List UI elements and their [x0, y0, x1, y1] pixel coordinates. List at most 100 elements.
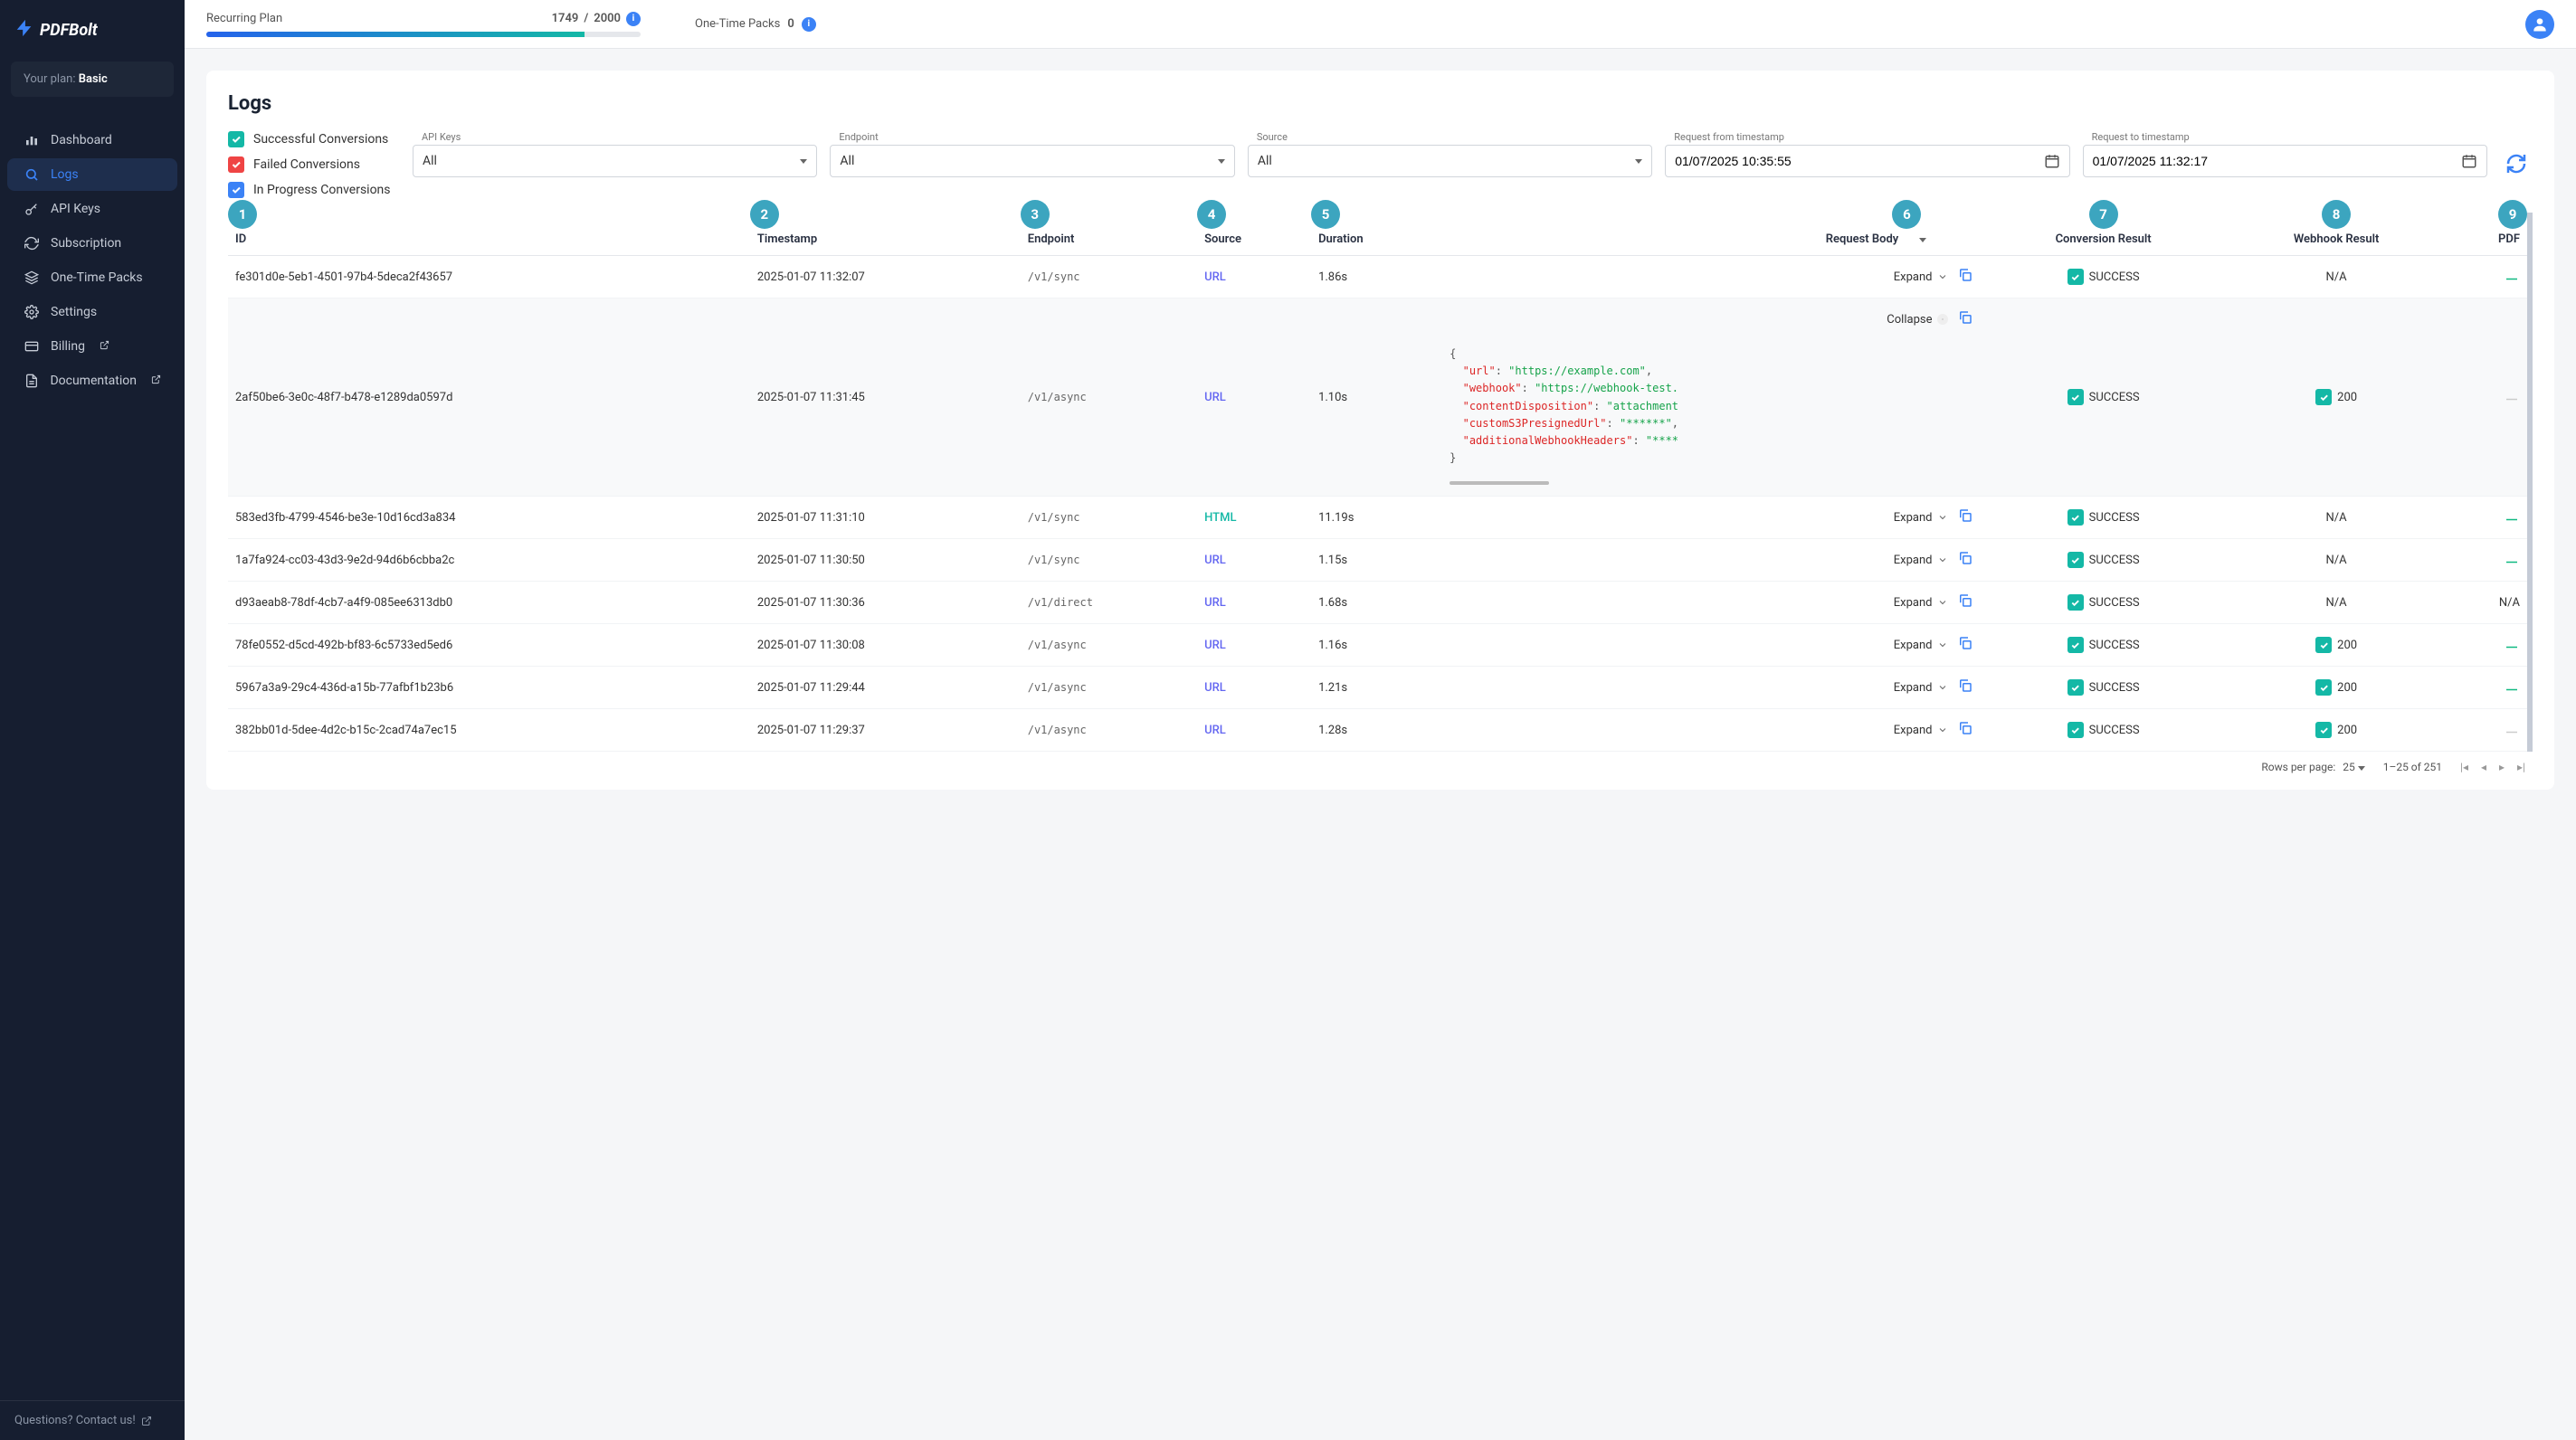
copy-button[interactable] [1957, 550, 1973, 570]
sidebar-item-documentation[interactable]: Documentation [7, 365, 177, 397]
expand-button[interactable]: Expand [1894, 724, 1949, 737]
copy-button[interactable] [1957, 309, 1973, 329]
sidebar-item-logs[interactable]: Logs [7, 158, 177, 191]
cell-id: 5967a3a9-29c4-436d-a15b-77afbf1b23b6 [228, 667, 750, 709]
sidebar-item-label: API Keys [51, 202, 100, 216]
scroll-indicator[interactable] [1450, 481, 1549, 485]
refresh-button[interactable] [2500, 147, 2533, 180]
sidebar-footer[interactable]: Questions? Contact us! [0, 1400, 185, 1440]
endpoint-select[interactable]: All [830, 145, 1234, 177]
sidebar-item-one-time-packs[interactable]: One-Time Packs [7, 261, 177, 294]
cell-endpoint: /v1/sync [1021, 497, 1197, 539]
sidebar-item-subscription[interactable]: Subscription [7, 227, 177, 260]
sidebar-item-label: Logs [51, 167, 79, 182]
source-select[interactable]: All [1248, 145, 1652, 177]
cell-timestamp: 2025-01-07 11:30:08 [750, 624, 1021, 667]
cell-endpoint: /v1/sync [1021, 539, 1197, 582]
page-range: 1–25 of 251 [2383, 761, 2442, 773]
collapse-button[interactable]: Collapse [1887, 313, 1948, 327]
webhook-status: N/A [2326, 511, 2347, 525]
checkbox-failed-conversions[interactable]: Failed Conversions [228, 156, 400, 173]
expand-button[interactable]: Expand [1894, 596, 1949, 610]
prev-page-button[interactable]: ◂ [2481, 761, 2486, 773]
cell-duration: 11.19s [1311, 497, 1442, 539]
download-button[interactable] [2504, 556, 2520, 570]
conversion-status: SUCCESS [2089, 724, 2140, 737]
webhook-status: 200 [2337, 681, 2357, 695]
check-icon [2067, 389, 2084, 405]
rpp-select[interactable]: 25 [2343, 761, 2364, 773]
conversion-status: SUCCESS [2089, 270, 2140, 284]
info-icon[interactable]: i [802, 17, 816, 32]
column-badge: 9 [2498, 200, 2527, 229]
chevron-down-icon [1937, 554, 1948, 565]
first-page-button[interactable]: |◂ [2460, 761, 2468, 773]
pdf-na: N/A [2499, 596, 2520, 610]
table-row: 5967a3a9-29c4-436d-a15b-77afbf1b23b6 202… [228, 667, 2527, 709]
logs-card: Logs Successful Conversions Failed Conver… [206, 71, 2554, 790]
info-icon[interactable]: i [626, 12, 641, 26]
check-icon [2067, 552, 2084, 568]
apikeys-select[interactable]: All [413, 145, 817, 177]
copy-button[interactable] [1957, 592, 1973, 612]
expand-button[interactable]: Expand [1894, 511, 1949, 525]
table-row: fe301d0e-5eb1-4501-97b4-5deca2f43657 202… [228, 256, 2527, 298]
chevron-down-icon [1635, 159, 1642, 164]
copy-button[interactable] [1957, 635, 1973, 655]
avatar[interactable] [2525, 10, 2554, 39]
recurring-used: 1749 [552, 12, 579, 25]
checkbox-in-progress-conversions[interactable]: In Progress Conversions [228, 182, 400, 198]
cell-source: HTML [1204, 511, 1236, 525]
copy-button[interactable] [1957, 720, 1973, 740]
expand-button[interactable]: Expand [1894, 639, 1949, 652]
to-date-input[interactable] [2083, 145, 2487, 177]
conversion-status: SUCCESS [2089, 596, 2140, 610]
checkbox-icon [228, 182, 244, 198]
download-button[interactable] [2504, 514, 2520, 527]
sidebar-item-dashboard[interactable]: Dashboard [7, 124, 177, 156]
table-row: 2af50be6-3e0c-48f7-b478-e1289da0597d 202… [228, 298, 2527, 497]
calendar-icon [2461, 153, 2477, 169]
pagination: Rows per page: 25 1–25 of 251 |◂ ◂ ▸ ▸| [228, 752, 2533, 782]
cell-source: URL [1204, 554, 1226, 567]
check-icon [2067, 269, 2084, 285]
table-row: 382bb01d-5dee-4d2c-b15c-2cad74a7ec15 202… [228, 709, 2527, 752]
status-checkboxes: Successful Conversions Failed Conversions… [228, 131, 400, 198]
cell-timestamp: 2025-01-07 11:31:10 [750, 497, 1021, 539]
column-badge: 2 [750, 200, 779, 229]
page-title: Logs [228, 92, 2533, 115]
next-page-button[interactable]: ▸ [2499, 761, 2505, 773]
cell-timestamp: 2025-01-07 11:30:50 [750, 539, 1021, 582]
sidebar-item-billing[interactable]: Billing [7, 330, 177, 363]
cell-duration: 1.28s [1311, 709, 1442, 752]
download-button[interactable] [2504, 273, 2520, 287]
download-button[interactable] [2504, 641, 2520, 655]
cell-endpoint: /v1/async [1021, 298, 1197, 497]
sidebar-item-api-keys[interactable]: API Keys [7, 193, 177, 225]
download-button[interactable] [2504, 684, 2520, 697]
webhook-status: 200 [2337, 391, 2357, 404]
cell-source: URL [1204, 270, 1226, 284]
filter-endpoint: Endpoint All [830, 131, 1234, 177]
cell-source: URL [1204, 681, 1226, 695]
last-page-button[interactable]: ▸| [2517, 761, 2525, 773]
recurring-plan-usage: Recurring Plan 1749 / 2000 i [206, 12, 641, 37]
copy-button[interactable] [1957, 267, 1973, 287]
cell-timestamp: 2025-01-07 11:31:45 [750, 298, 1021, 497]
table-row: d93aeab8-78df-4cb7-a4f9-085ee6313db0 202… [228, 582, 2527, 624]
column-badge: 8 [2322, 200, 2351, 229]
column-badge: 1 [228, 200, 257, 229]
expand-button[interactable]: Expand [1894, 554, 1949, 567]
brand-name: PDFBolt [40, 21, 98, 40]
chevron-down-icon [800, 159, 807, 164]
column-badge: 7 [2089, 200, 2118, 229]
copy-button[interactable] [1957, 507, 1973, 527]
checkbox-label: In Progress Conversions [253, 183, 391, 197]
copy-button[interactable] [1957, 677, 1973, 697]
from-date-input[interactable] [1665, 145, 2069, 177]
checkbox-successful-conversions[interactable]: Successful Conversions [228, 131, 400, 147]
expand-button[interactable]: Expand [1894, 681, 1949, 695]
sidebar-item-settings[interactable]: Settings [7, 296, 177, 328]
chevron-down-icon[interactable] [1919, 238, 1926, 242]
expand-button[interactable]: Expand [1894, 270, 1949, 284]
